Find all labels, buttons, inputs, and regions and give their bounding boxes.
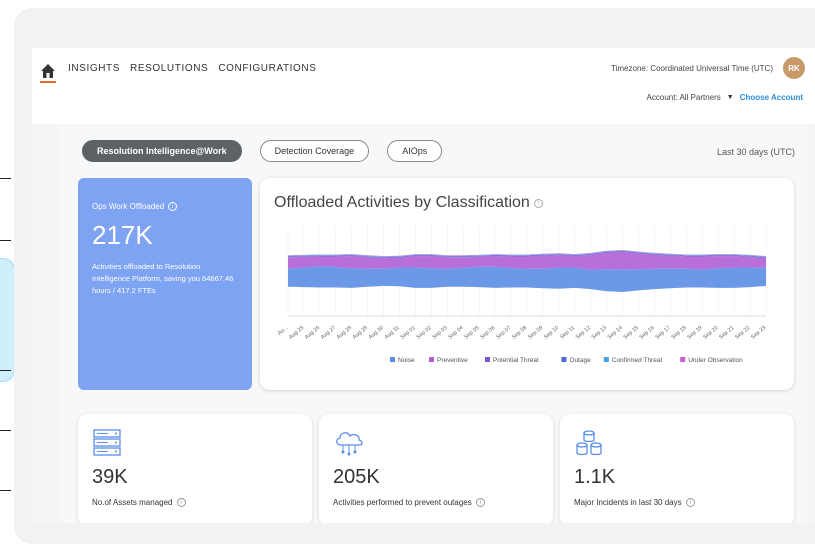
legend-label[interactable]: Under Observation bbox=[688, 357, 743, 364]
tab-aiops[interactable]: AIOps bbox=[387, 140, 443, 162]
major-incidents-card: 1.1K Major Incidents in last 30 days i bbox=[560, 414, 794, 523]
legend-label[interactable]: Outage bbox=[569, 357, 591, 364]
account-label[interactable]: Account: All Partners bbox=[647, 93, 721, 102]
x-tick-label: Sep 08 bbox=[511, 325, 528, 341]
margin-line bbox=[0, 370, 11, 371]
margin-line bbox=[0, 430, 11, 431]
info-icon[interactable]: i bbox=[168, 202, 178, 211]
legend-label[interactable]: Potential Threat bbox=[493, 357, 539, 364]
legend-swatch[interactable] bbox=[485, 357, 490, 362]
legend-label[interactable]: Confirmed Threat bbox=[612, 357, 663, 364]
server-rack-icon bbox=[93, 429, 121, 456]
x-tick-label: Sep 05 bbox=[463, 325, 480, 341]
account-selector: Account: All Partners ▼ Choose Account bbox=[647, 93, 803, 102]
timezone-label[interactable]: Timezone: Coordinated Universal Time (UT… bbox=[611, 64, 773, 73]
assets-managed-card: 39K No.of Assets managed i bbox=[78, 414, 312, 523]
ops-card-value: 217K bbox=[92, 220, 153, 250]
x-tick-label: Sep 06 bbox=[479, 325, 496, 341]
choose-account-link[interactable]: Choose Account bbox=[740, 93, 803, 102]
stat-value: 1.1K bbox=[574, 466, 616, 488]
margin-line bbox=[0, 490, 11, 491]
tab-resolution-intelligence[interactable]: Resolution Intelligence@Work bbox=[82, 140, 242, 162]
stat-label-row: Major Incidents in last 30 days i bbox=[574, 498, 695, 507]
x-tick-label: Sep 13 bbox=[591, 325, 608, 341]
streamgraph-chart: Au...Aug 25Aug 26Aug 27Aug 28Aug 29Aug 3… bbox=[277, 226, 767, 364]
x-tick-label: Sep 22 bbox=[734, 325, 751, 341]
legend-swatch[interactable] bbox=[390, 357, 395, 362]
stat-label-row: No.of Assets managed i bbox=[92, 498, 186, 507]
x-tick-label: Sep 17 bbox=[654, 325, 671, 341]
ops-card-title: Ops Work Offloaded bbox=[92, 202, 165, 211]
x-tick-label: Aug 25 bbox=[288, 325, 305, 341]
stat-label: Activities performed to prevent outages bbox=[333, 498, 472, 507]
nav-links: INSIGHTS RESOLUTIONS CONFIGURATIONS bbox=[68, 63, 317, 74]
classification-chart-card: Offloaded Activities by Classification i… bbox=[260, 178, 794, 390]
info-icon[interactable]: i bbox=[475, 498, 485, 507]
x-tick-label: Sep 10 bbox=[543, 325, 560, 341]
x-tick-label: Sep 11 bbox=[559, 325, 576, 341]
legend-swatch[interactable] bbox=[680, 357, 686, 362]
x-tick-label: Sep 15 bbox=[623, 325, 640, 341]
legend-swatch[interactable] bbox=[429, 357, 434, 362]
info-icon[interactable]: i bbox=[176, 498, 186, 507]
stat-label-row: Activities performed to prevent outages … bbox=[333, 498, 485, 507]
x-tick-label: Sep 20 bbox=[702, 325, 719, 341]
x-tick-label: Aug 29 bbox=[352, 325, 369, 341]
chevron-down-icon[interactable]: ▼ bbox=[727, 94, 734, 101]
x-tick-label: Sep 04 bbox=[447, 325, 464, 341]
cloud-network-icon bbox=[336, 432, 363, 456]
x-tick-label: Sep 03 bbox=[431, 325, 448, 341]
tab-detection-coverage[interactable]: Detection Coverage bbox=[259, 140, 370, 162]
x-tick-label: Sep 19 bbox=[686, 325, 703, 341]
app-window: INSIGHTS RESOLUTIONS CONFIGURATIONS Time… bbox=[32, 48, 815, 523]
x-tick-label: Aug 28 bbox=[336, 325, 353, 341]
nav-link-configurations[interactable]: CONFIGURATIONS bbox=[218, 63, 316, 74]
outage-prevention-card: 205K Activities performed to prevent out… bbox=[319, 414, 553, 523]
avatar[interactable]: RK bbox=[783, 57, 805, 79]
x-tick-label: Sep 07 bbox=[495, 325, 512, 341]
x-tick-label: Au... bbox=[277, 325, 290, 337]
x-tick-label: Aug 30 bbox=[368, 325, 385, 341]
x-tick-label: Sep 09 bbox=[527, 325, 544, 341]
legend-swatch[interactable] bbox=[561, 357, 567, 362]
ops-card-description: Activities offloaded to Resolution Intel… bbox=[92, 262, 234, 295]
home-icon[interactable] bbox=[40, 63, 56, 79]
side-bubble bbox=[0, 258, 15, 382]
x-tick-label: Aug 31 bbox=[384, 325, 401, 341]
legend-label[interactable]: Noise bbox=[398, 357, 415, 364]
nav-link-insights[interactable]: INSIGHTS bbox=[68, 63, 120, 74]
x-tick-label: Sep 18 bbox=[670, 325, 687, 341]
stat-value: 205K bbox=[333, 466, 380, 488]
legend-swatch[interactable] bbox=[603, 357, 609, 362]
x-tick-label: Aug 26 bbox=[304, 325, 321, 341]
stat-value: 39K bbox=[92, 466, 128, 488]
x-tick-label: Sep 12 bbox=[575, 325, 592, 341]
x-tick-label: Sep 14 bbox=[607, 325, 624, 341]
x-tick-label: Sep 23 bbox=[750, 325, 767, 341]
ops-card-title-row: Ops Work Offloaded i bbox=[92, 202, 238, 211]
stat-label: Major Incidents in last 30 days bbox=[574, 498, 682, 507]
time-range-label: Last 30 days (UTC) bbox=[716, 147, 795, 157]
nav-link-resolutions[interactable]: RESOLUTIONS bbox=[130, 63, 208, 74]
tab-bar: Resolution Intelligence@Work Detection C… bbox=[82, 140, 443, 162]
database-cluster-icon bbox=[576, 430, 602, 456]
x-tick-label: Sep 02 bbox=[415, 325, 432, 341]
dashboard-content: Resolution Intelligence@Work Detection C… bbox=[60, 126, 807, 523]
home-active-indicator bbox=[40, 81, 56, 83]
x-tick-label: Sep 16 bbox=[639, 325, 656, 341]
stat-label: No.of Assets managed bbox=[92, 498, 173, 507]
device-frame: INSIGHTS RESOLUTIONS CONFIGURATIONS Time… bbox=[14, 8, 815, 544]
screenshot-page: INSIGHTS RESOLUTIONS CONFIGURATIONS Time… bbox=[0, 0, 815, 544]
ops-work-offloaded-card: Ops Work Offloaded i 217K Activities off… bbox=[78, 178, 252, 390]
top-navigation: INSIGHTS RESOLUTIONS CONFIGURATIONS Time… bbox=[32, 48, 815, 124]
margin-line bbox=[0, 178, 11, 179]
x-tick-label: Sep 01 bbox=[400, 325, 417, 341]
margin-line bbox=[0, 240, 11, 241]
x-tick-label: Sep 21 bbox=[718, 325, 735, 341]
x-tick-label: Aug 27 bbox=[320, 325, 337, 341]
info-icon[interactable]: i bbox=[685, 498, 695, 507]
legend-label[interactable]: Preventive bbox=[437, 357, 468, 364]
